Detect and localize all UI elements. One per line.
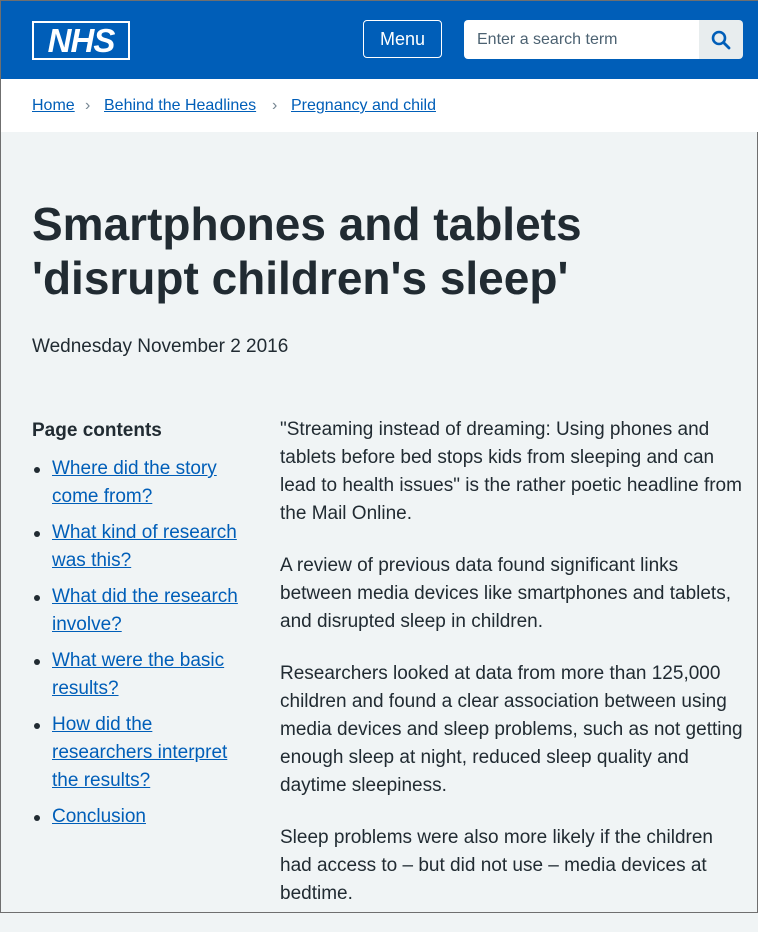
article-paragraph: Researchers looked at data from more tha… bbox=[280, 663, 743, 796]
site-header: NHS Menu bbox=[1, 1, 758, 79]
contents-link-conclusion[interactable]: Conclusion bbox=[52, 806, 146, 827]
page-contents-heading: Page contents bbox=[32, 420, 162, 441]
page-title: Smartphones and tablets 'disrupt childre… bbox=[32, 198, 582, 304]
menu-button[interactable]: Menu bbox=[363, 20, 442, 58]
contents-link-interpretation[interactable]: How did the researchers interpret the re… bbox=[52, 714, 227, 791]
nhs-logo[interactable]: NHS bbox=[32, 21, 130, 60]
chevron-right-icon: › bbox=[85, 97, 91, 114]
breadcrumb-home[interactable]: Home bbox=[32, 97, 75, 115]
contents-link-basic-results[interactable]: What were the basic results? bbox=[52, 650, 224, 699]
search-button[interactable] bbox=[699, 20, 743, 59]
search-input[interactable] bbox=[464, 20, 699, 59]
list-item: What were the basic results? bbox=[32, 647, 252, 703]
contents-link-research-kind[interactable]: What kind of research was this? bbox=[52, 522, 237, 571]
breadcrumb-behind-the-headlines[interactable]: Behind the Headlines bbox=[104, 97, 256, 115]
page-contents-list: Where did the story come from? What kind… bbox=[32, 455, 252, 839]
list-item: What kind of research was this? bbox=[32, 519, 252, 575]
article-paragraph: Sleep problems were also more likely if … bbox=[280, 827, 713, 904]
search-icon bbox=[711, 30, 731, 50]
list-item: Conclusion bbox=[32, 803, 252, 831]
article-body: "Streaming instead of dreaming: Using ph… bbox=[280, 416, 746, 932]
list-item: Where did the story come from? bbox=[32, 455, 252, 511]
contents-link-story-source[interactable]: Where did the story come from? bbox=[52, 458, 217, 507]
article-paragraph: A review of previous data found signific… bbox=[280, 555, 731, 632]
list-item: What did the research involve? bbox=[32, 583, 252, 639]
chevron-right-icon: › bbox=[272, 97, 278, 114]
nhs-logo-text: NHS bbox=[34, 23, 128, 58]
contents-link-research-involve[interactable]: What did the research involve? bbox=[52, 586, 238, 635]
publish-date: Wednesday November 2 2016 bbox=[32, 336, 289, 357]
article-paragraph: "Streaming instead of dreaming: Using ph… bbox=[280, 419, 742, 524]
breadcrumb-pregnancy-and-child[interactable]: Pregnancy and child bbox=[291, 97, 436, 115]
list-item: How did the researchers interpret the re… bbox=[32, 711, 252, 795]
